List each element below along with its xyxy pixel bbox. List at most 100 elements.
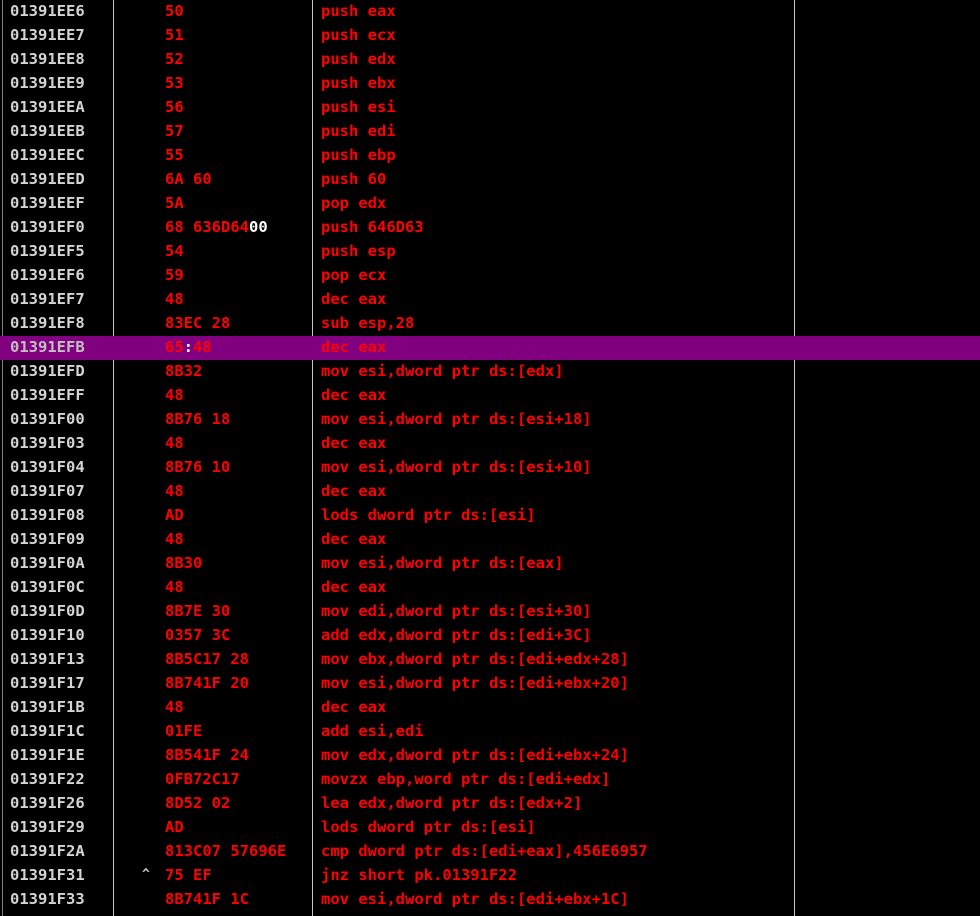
address-cell: 01391EEA bbox=[10, 98, 85, 116]
instruction-cell: dec eax bbox=[321, 530, 387, 548]
address-cell: 01391F0C bbox=[10, 578, 85, 596]
disasm-row[interactable]: 01391EF7 48 dec eax bbox=[0, 288, 980, 312]
disasm-row[interactable]: 01391F1C 01FE add esi,edi bbox=[0, 720, 980, 744]
address-cell: 01391EF8 bbox=[10, 314, 85, 332]
disasm-row[interactable]: 01391F0D 8B7E 30 mov edi,dword ptr ds:[esi… bbox=[0, 600, 980, 624]
disasm-row[interactable]: 01391EFD 8B32 mov esi,dword ptr ds:[edx] bbox=[0, 360, 980, 384]
instruction-cell: push esp bbox=[321, 242, 396, 260]
address-cell: 01391F2A bbox=[10, 842, 85, 860]
hex-bytes-text: AD bbox=[165, 506, 184, 524]
address-cell: 01391F10 bbox=[10, 626, 85, 644]
instruction-cell: lods dword ptr ds:[esi] bbox=[321, 506, 536, 524]
instruction-cell: push esi bbox=[321, 98, 396, 116]
jump-arrow-icon: ^ bbox=[142, 867, 150, 882]
disasm-row[interactable]: 01391EF0 68 636D6400 push 646D63 bbox=[0, 216, 980, 240]
hex-bytes-cell: 52 bbox=[165, 48, 310, 70]
disasm-row[interactable]: 01391F22 0FB72C17 movzx ebp,word ptr ds:[e… bbox=[0, 768, 980, 792]
instruction-cell: push eax bbox=[321, 2, 396, 20]
hex-bytes-cell: 48 bbox=[165, 696, 310, 718]
disasm-row[interactable]: 01391EE6 50 push eax bbox=[0, 0, 980, 24]
address-cell: 01391EEF bbox=[10, 194, 85, 212]
disasm-row[interactable]: 01391EEB 57 push edi bbox=[0, 120, 980, 144]
disasm-row[interactable]: 01391EEA 56 push esi bbox=[0, 96, 980, 120]
hex-bytes-text: 8B76 10 bbox=[165, 458, 231, 476]
disasm-row[interactable]: 01391EED 6A 60 push 60 bbox=[0, 168, 980, 192]
hex-bytes-cell: 0FB72C17 bbox=[165, 768, 310, 790]
address-cell: 01391F0A bbox=[10, 554, 85, 572]
hex-bytes-cell: 8B741F 1C bbox=[165, 888, 310, 910]
disasm-row[interactable]: 01391EE8 52 push edx bbox=[0, 48, 980, 72]
hex-bytes-tail: 48 bbox=[193, 338, 212, 356]
disasm-row[interactable]: 01391F37 48 dec eax bbox=[0, 912, 980, 916]
hex-bytes-text: 51 bbox=[165, 26, 184, 44]
disasm-row[interactable]: 01391EE9 53 push ebx bbox=[0, 72, 980, 96]
address-cell: 01391EE8 bbox=[10, 50, 85, 68]
disasm-row-selected[interactable]: 01391EFB 65:48 dec eax bbox=[0, 336, 980, 360]
hex-bytes-text: 8B741F 20 bbox=[165, 674, 249, 692]
address-cell: 01391EE9 bbox=[10, 74, 85, 92]
instruction-cell: mov esi,dword ptr ds:[esi+10] bbox=[321, 458, 592, 476]
disasm-row[interactable]: 01391EFF 48 dec eax bbox=[0, 384, 980, 408]
disasm-row[interactable]: 01391F03 48 dec eax bbox=[0, 432, 980, 456]
hex-bytes-cell: 57 bbox=[165, 120, 310, 142]
hex-bytes-cell: 0357 3C bbox=[165, 624, 310, 646]
disasm-row[interactable]: 01391F10 0357 3C add edx,dword ptr ds:[edi… bbox=[0, 624, 980, 648]
address-cell: 01391F37 bbox=[10, 912, 85, 916]
address-cell: 01391EF6 bbox=[10, 266, 85, 284]
disasm-row[interactable]: 01391F08 AD lods dword ptr ds:[esi] bbox=[0, 504, 980, 528]
disasm-row[interactable]: 01391F2A 813C07 57696E cmp dword ptr ds:[e… bbox=[0, 840, 980, 864]
hex-bytes-text: 48 bbox=[165, 386, 184, 404]
disassembly-rows: 01391EE6 50 push eax 01391EE7 51 push ecx 0139… bbox=[0, 0, 980, 916]
instruction-cell: pop edx bbox=[321, 194, 387, 212]
address-cell: 01391EEC bbox=[10, 146, 85, 164]
instruction-cell: push ebx bbox=[321, 74, 396, 92]
disasm-row[interactable]: 01391EE7 51 push ecx bbox=[0, 24, 980, 48]
address-cell: 01391F07 bbox=[10, 482, 85, 500]
hex-bytes-text: 68 636D64 bbox=[165, 218, 249, 236]
disasm-row[interactable]: 01391F00 8B76 18 mov esi,dword ptr ds:[esi… bbox=[0, 408, 980, 432]
disasm-row[interactable]: 01391EEC 55 push ebp bbox=[0, 144, 980, 168]
hex-bytes-cell: 48 bbox=[165, 912, 310, 916]
disasm-row[interactable]: 01391EF5 54 push esp bbox=[0, 240, 980, 264]
hex-bytes-text: 55 bbox=[165, 146, 184, 164]
address-cell: 01391EE7 bbox=[10, 26, 85, 44]
hex-bytes-text: 6A 60 bbox=[165, 170, 212, 188]
instruction-cell: mov esi,dword ptr ds:[eax] bbox=[321, 554, 564, 572]
hex-bytes-cell: 6A 60 bbox=[165, 168, 310, 190]
hex-bytes-cell: 5A bbox=[165, 192, 310, 214]
hex-bytes-text: 8B7E 30 bbox=[165, 602, 231, 620]
hex-bytes-text: 0FB72C17 bbox=[165, 770, 240, 788]
hex-bytes-text: 59 bbox=[165, 266, 184, 284]
disasm-row[interactable]: 01391EEF 5A pop edx bbox=[0, 192, 980, 216]
hex-bytes-text: 0357 3C bbox=[165, 626, 231, 644]
instruction-cell: push ecx bbox=[321, 26, 396, 44]
address-cell: 01391F26 bbox=[10, 794, 85, 812]
hex-bytes-cell: 65:48 bbox=[165, 336, 310, 358]
disasm-row[interactable]: 01391F31 ^ 75 EF jnz short pk.01391F22 bbox=[0, 864, 980, 888]
disasm-row[interactable]: 01391F09 48 dec eax bbox=[0, 528, 980, 552]
hex-bytes-cell: 51 bbox=[165, 24, 310, 46]
disasm-row[interactable]: 01391F1B 48 dec eax bbox=[0, 696, 980, 720]
disasm-row[interactable]: 01391F29 AD lods dword ptr ds:[esi] bbox=[0, 816, 980, 840]
disasm-row[interactable]: 01391F0C 48 dec eax bbox=[0, 576, 980, 600]
disasm-row[interactable]: 01391EF6 59 pop ecx bbox=[0, 264, 980, 288]
disasm-row[interactable]: 01391F13 8B5C17 28 mov ebx,dword ptr ds:[e… bbox=[0, 648, 980, 672]
hex-bytes-text: 813C07 57696E bbox=[165, 842, 287, 860]
address-cell: 01391F00 bbox=[10, 410, 85, 428]
disasm-row[interactable]: 01391F07 48 dec eax bbox=[0, 480, 980, 504]
disasm-row[interactable]: 01391F04 8B76 10 mov esi,dword ptr ds:[esi… bbox=[0, 456, 980, 480]
disasm-row[interactable]: 01391F26 8D52 02 lea edx,dword ptr ds:[edx… bbox=[0, 792, 980, 816]
disasm-row[interactable]: 01391F1E 8B541F 24 mov edx,dword ptr ds:[e… bbox=[0, 744, 980, 768]
disasm-row[interactable]: 01391F33 8B741F 1C mov esi,dword ptr ds:[e… bbox=[0, 888, 980, 912]
disasm-row[interactable]: 01391F17 8B741F 20 mov esi,dword ptr ds:[e… bbox=[0, 672, 980, 696]
hex-bytes-text: 8B5C17 28 bbox=[165, 650, 249, 668]
disasm-row[interactable]: 01391F0A 8B30 mov esi,dword ptr ds:[eax] bbox=[0, 552, 980, 576]
address-cell: 01391F08 bbox=[10, 506, 85, 524]
instruction-cell: mov esi,dword ptr ds:[esi+18] bbox=[321, 410, 592, 428]
instruction-cell: dec eax bbox=[321, 386, 387, 404]
hex-bytes-cell: 68 636D6400 bbox=[165, 216, 310, 238]
hex-bytes-cell: AD bbox=[165, 504, 310, 526]
disasm-row[interactable]: 01391EF8 83EC 28 sub esp,28 bbox=[0, 312, 980, 336]
disassembly-view[interactable]: 01391EE6 50 push eax 01391EE7 51 push ecx 0139… bbox=[0, 0, 980, 916]
hex-bytes-cell: 8B741F 20 bbox=[165, 672, 310, 694]
